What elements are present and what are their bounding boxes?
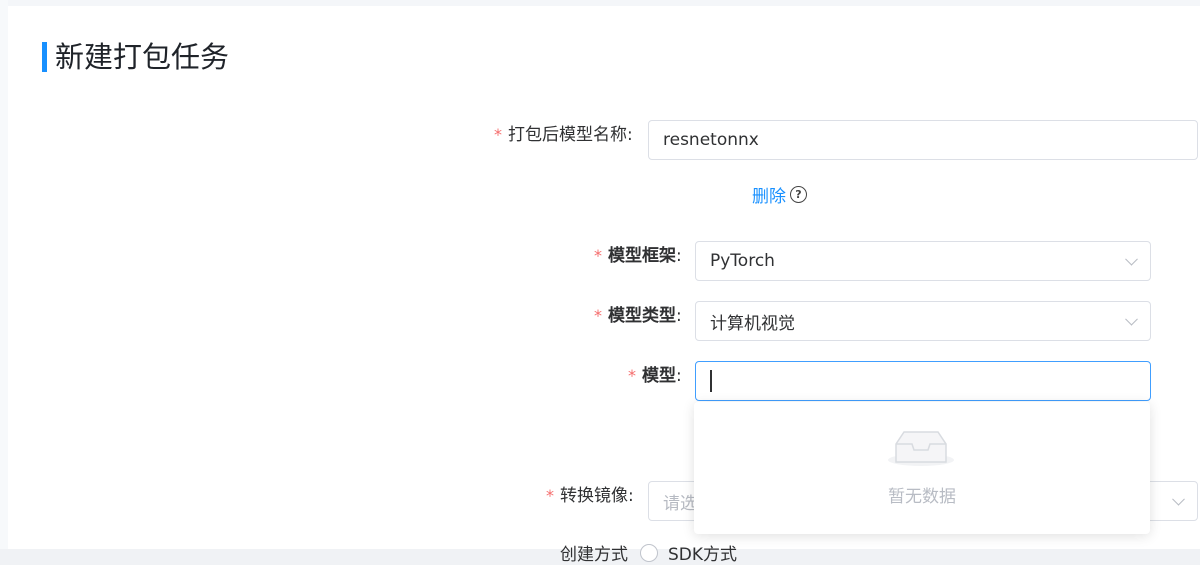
required-asterisk: *	[546, 486, 554, 505]
sdk-radio[interactable]	[640, 543, 658, 562]
text-caret	[710, 370, 712, 392]
model-type-label: * 模型类型:	[594, 306, 682, 326]
page-header: 新建打包任务	[42, 40, 229, 74]
required-asterisk: *	[594, 246, 602, 265]
package-name-input[interactable]: resnetonnx	[648, 120, 1198, 160]
framework-value: PyTorch	[710, 251, 775, 271]
required-asterisk: *	[628, 366, 636, 385]
help-circle-icon[interactable]: ?	[790, 185, 807, 203]
framework-select[interactable]: PyTorch	[695, 241, 1151, 281]
image-label: * 转换镜像:	[546, 486, 634, 506]
model-dropdown: 暂无数据	[694, 402, 1150, 534]
page: 新建打包任务 * 打包后模型名称: resnetonnx 删除 ? * 模型框架: …	[0, 0, 1200, 565]
create-mode-row: 创建方式 SDK方式	[560, 540, 737, 565]
package-name-value: resnetonnx	[663, 130, 759, 150]
chevron-down-icon	[1125, 312, 1138, 326]
model-type-value: 计算机视觉	[710, 313, 795, 334]
required-asterisk: *	[594, 306, 602, 325]
chevron-down-icon	[1172, 492, 1185, 506]
empty-text: 暂无数据	[888, 487, 956, 507]
framework-label: * 模型框架:	[594, 246, 682, 266]
required-asterisk: *	[494, 125, 502, 144]
sdk-option-label: SDK方式	[668, 545, 738, 565]
page-title: 新建打包任务	[55, 40, 230, 74]
model-label: * 模型:	[628, 366, 682, 386]
chevron-down-icon	[1125, 252, 1138, 266]
title-accent-bar	[42, 42, 47, 72]
left-strip	[0, 0, 8, 549]
model-select-input[interactable]	[695, 361, 1151, 401]
top-strip	[0, 0, 1200, 6]
empty-inbox-icon	[888, 431, 954, 466]
create-mode-label: 创建方式	[560, 545, 628, 565]
delete-link[interactable]: 删除	[752, 182, 786, 207]
image-placeholder: 请选	[663, 493, 697, 514]
package-name-label: * 打包后模型名称:	[494, 125, 633, 145]
delete-row: 删除 ?	[752, 182, 807, 207]
model-type-select[interactable]: 计算机视觉	[695, 301, 1151, 341]
